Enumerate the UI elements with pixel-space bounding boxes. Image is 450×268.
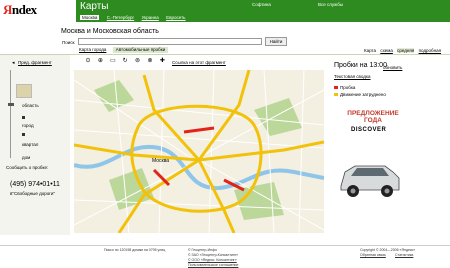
tab-city-map[interactable]: Карта города <box>76 47 109 53</box>
map-type-switch: Карта схема средняя подробная <box>364 48 441 53</box>
refresh-icon[interactable]: ↻ <box>121 57 129 64</box>
footer-stats-link[interactable]: Статистика <box>395 253 413 257</box>
overview-thumbnail[interactable] <box>16 84 32 98</box>
map-type-detailed[interactable]: подробная <box>419 48 441 53</box>
layer-icon[interactable]: ⊚ <box>134 57 142 64</box>
slow-legend-icon <box>334 93 338 96</box>
service-title: Карты <box>80 1 109 12</box>
zoom-level-city[interactable]: город <box>22 123 34 128</box>
jam-legend-icon <box>334 86 338 89</box>
map-tabs: Карта города Автомобильные пробки <box>76 47 170 53</box>
footer-stats: Пиксо по 120198 домам на 0795 улиц <box>104 248 166 252</box>
zoom-level-region[interactable]: область <box>22 103 39 108</box>
pan-icon[interactable]: ✚ <box>158 57 166 64</box>
page-title: Москва и Московская область <box>61 28 159 35</box>
zoom-handle[interactable] <box>8 103 14 106</box>
ad-title[interactable]: ПРЕДЛОЖЕНИЕ ГОДА <box>341 110 405 124</box>
ad-brand[interactable]: DISCOVER <box>351 127 386 133</box>
prev-fragment-link[interactable]: Пред. фрагмент <box>18 60 52 65</box>
map-canvas[interactable] <box>74 70 324 233</box>
footer-copyright-consulting: © ЗАО «Геоцентр-Консалтинг» <box>188 253 239 257</box>
zoom-level-house[interactable]: дом <box>22 155 30 160</box>
nav-euroset[interactable]: Евросеть <box>166 15 185 20</box>
nav-st-petersburg[interactable]: С.-Петербург <box>107 15 134 20</box>
header-link-all-services[interactable]: Все службы <box>318 2 343 7</box>
text-summary-link[interactable]: Текстовая сводка <box>334 74 371 79</box>
footer-yandex-copyright: Copyright © 2004—2006 «Яндекс» <box>360 248 416 252</box>
search-input[interactable] <box>78 38 262 45</box>
yandex-logo[interactable]: Яndex <box>3 2 37 18</box>
map-type-label: Карта <box>364 48 377 53</box>
find-button[interactable]: Найти <box>265 37 287 46</box>
fragment-link[interactable]: Ссылка на этот фрагмент <box>172 60 226 65</box>
search-label: Поиск <box>62 40 75 45</box>
traffic-title: Пробки на 13:00 <box>334 62 387 69</box>
map-city-label: Москва <box>152 158 170 164</box>
select-area-icon[interactable]: ▭ <box>109 57 117 64</box>
city-nav: Москва С.-Петербург Украина Евросеть <box>80 15 192 22</box>
footer-copyright-geocenter: © Геоцентр-Инфо <box>188 248 217 252</box>
zoom-in-icon[interactable]: ⊕ <box>96 57 104 64</box>
arrow-left-icon: ◂ <box>12 60 15 66</box>
map-toolbar: ⊙ ⊕ ▭ ↻ ⊚ ⊗ ✚ <box>84 57 169 64</box>
footer-divider <box>0 245 450 246</box>
footer-yandex-consulting-link[interactable]: © ООО «Яндекс. Консалтинг» <box>188 258 237 262</box>
report-phone: (495) 974•01•11 <box>10 181 60 188</box>
tab-traffic[interactable]: Автомобильные пробки <box>112 47 169 53</box>
footer-feedback-link[interactable]: Обратная связь <box>360 253 386 257</box>
zoom-marker-icon <box>22 116 25 119</box>
logo-letter-ya: Я <box>3 2 12 17</box>
radio-name: в"Свободные дороги" <box>10 191 56 196</box>
footer-agreement-link[interactable]: Пользовательское соглашение <box>188 263 238 267</box>
legend-slow: Движение затруднено <box>340 92 386 97</box>
map-drawing <box>74 70 324 233</box>
zoom-level-block[interactable]: квартал <box>22 142 38 147</box>
nav-ukraine[interactable]: Украина <box>142 15 159 20</box>
logo-rest: ndex <box>11 2 37 17</box>
locate-icon[interactable]: ⊙ <box>84 57 92 64</box>
nav-moscow[interactable]: Москва <box>80 15 100 20</box>
measure-icon[interactable]: ⊗ <box>146 57 154 64</box>
report-traffic-label: Сообщить о пробке: <box>6 165 49 170</box>
map-type-scheme[interactable]: схема <box>380 48 393 53</box>
header-link-softina[interactable]: Софтина <box>252 2 271 7</box>
map-type-medium[interactable]: средняя <box>397 48 415 53</box>
zoom-marker-icon <box>22 133 25 136</box>
legend-jam: Пробка <box>340 85 356 90</box>
refresh-link[interactable]: обновить <box>383 65 402 70</box>
zoom-track[interactable] <box>10 70 11 158</box>
